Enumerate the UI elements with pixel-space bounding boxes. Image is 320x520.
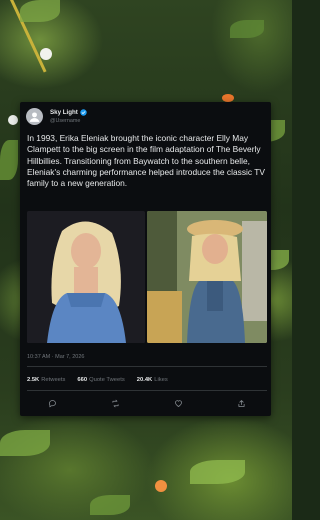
quotes-count: 660: [77, 377, 88, 383]
divider: [27, 390, 267, 391]
share-button[interactable]: [237, 398, 247, 408]
like-icon: [175, 399, 183, 407]
white-flower: [40, 48, 52, 60]
like-button[interactable]: [174, 398, 184, 408]
avatar-person-icon: [29, 112, 40, 122]
likes-label: Likes: [154, 377, 168, 383]
orange-flower: [222, 94, 234, 102]
leaf: [0, 430, 50, 456]
leaf: [230, 20, 264, 38]
quotes-stat[interactable]: 660 Quote Tweets: [77, 377, 124, 383]
likes-count: 20.4K: [136, 377, 153, 383]
white-flower: [8, 115, 18, 125]
verified-badge-icon: [80, 109, 87, 116]
media-photo-left[interactable]: [27, 211, 145, 343]
tweet-timestamp[interactable]: 10:37 AM · Mar 7, 2026: [27, 354, 84, 360]
retweets-stat[interactable]: 2.5K Retweets: [27, 377, 65, 383]
tweet-media[interactable]: [27, 211, 267, 343]
tweet-text: In 1993, Erika Eleniak brought the iconi…: [27, 133, 265, 189]
quotes-label: Quote Tweets: [89, 377, 125, 383]
photo-woman-cowboy-hat: [147, 211, 267, 343]
avatar[interactable]: [26, 108, 43, 125]
leaf: [0, 140, 18, 180]
tweet-actions: [47, 398, 247, 408]
author-name[interactable]: Sky Light: [50, 109, 78, 116]
media-photo-right[interactable]: [147, 211, 267, 343]
likes-stat[interactable]: 20.4K Likes: [137, 377, 168, 383]
retweets-count: 2.5K: [27, 377, 40, 383]
retweet-button[interactable]: [110, 398, 120, 408]
reply-button[interactable]: [47, 398, 57, 408]
tweet-stats: 2.5K Retweets 660 Quote Tweets 20.4K Likes: [27, 377, 168, 383]
retweets-label: Retweets: [41, 377, 66, 383]
share-icon: [238, 399, 245, 407]
reply-icon: [48, 399, 56, 407]
retweet-icon: [112, 399, 119, 407]
leaf: [20, 0, 60, 22]
leaf: [90, 495, 130, 515]
photo-woman-blue-dress: [27, 211, 145, 343]
tweet-card[interactable]: Sky Light @Username In 1993, Erika Eleni…: [20, 102, 271, 416]
orange-flower: [155, 480, 167, 492]
author-handle[interactable]: @Username: [50, 118, 80, 124]
leaf: [190, 460, 245, 484]
divider: [27, 366, 267, 367]
